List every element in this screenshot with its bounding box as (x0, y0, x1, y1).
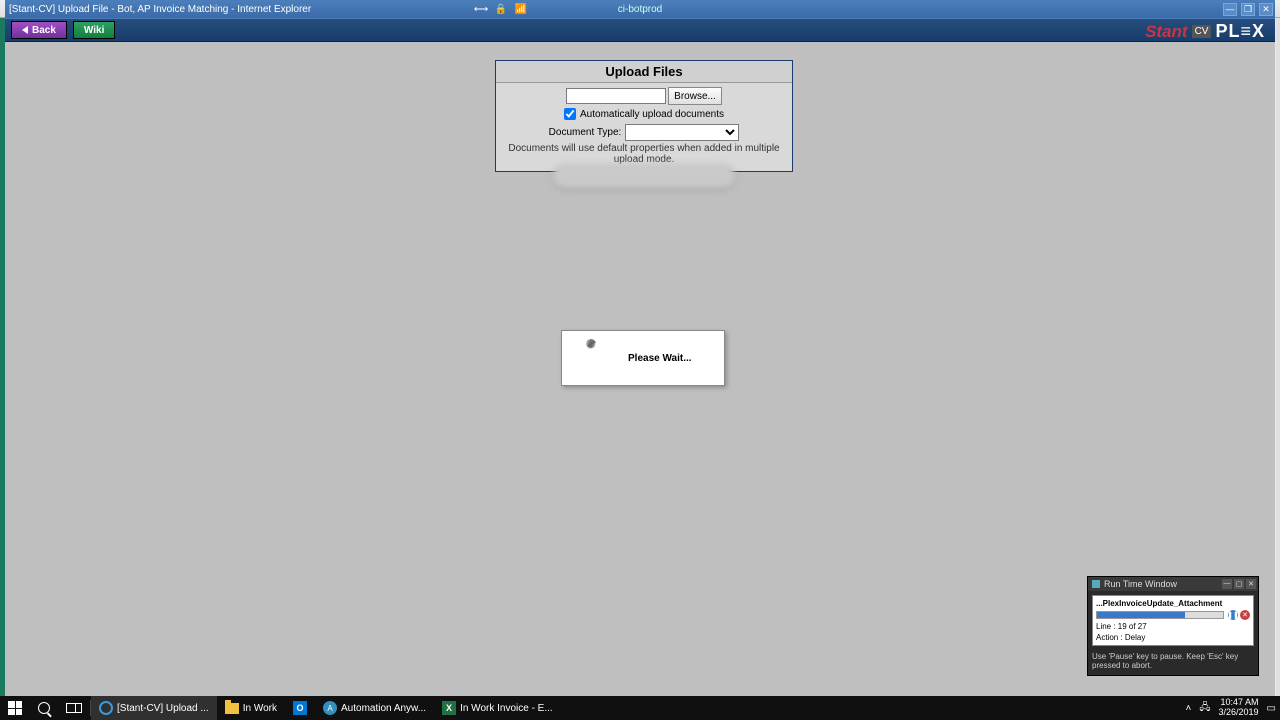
taskbar-excel-label: In Work Invoice - E... (460, 703, 553, 714)
desktop-background-right (1276, 18, 1280, 696)
ie-close-button[interactable]: ✕ (1259, 3, 1273, 16)
document-type-label: Document Type: (549, 127, 622, 138)
back-arrow-icon (22, 26, 28, 34)
app-toolbar: Back Wiki Stant CV PL≡X (5, 18, 1275, 42)
spinner-icon (572, 339, 610, 377)
excel-icon: X (442, 701, 456, 715)
lock-icon[interactable]: 🔒 (495, 3, 507, 15)
file-path-input[interactable] (566, 88, 666, 104)
rtw-app-icon (1092, 580, 1100, 588)
back-button-label: Back (32, 25, 56, 36)
rtw-maximize-button[interactable]: ▢ (1234, 579, 1244, 589)
taskbar-ie-task[interactable]: [Stant-CV] Upload ... (91, 696, 217, 720)
wiki-button-label: Wiki (84, 25, 104, 36)
ie-site-label: ci-botprod (618, 4, 662, 15)
ie-window: [Stant-CV] Upload File - Bot, AP Invoice… (5, 0, 1275, 700)
auto-upload-label: Automatically upload documents (580, 109, 724, 120)
document-type-select[interactable] (625, 124, 739, 141)
search-icon (38, 702, 50, 714)
taskbar-inwork-task[interactable]: In Work (217, 696, 285, 720)
content-area: Upload Files Browse... Automatically upl… (5, 42, 1275, 700)
taskbar-search-button[interactable] (30, 696, 58, 720)
brand-stant: Stant (1145, 22, 1188, 42)
please-wait-text: Please Wait... (628, 353, 692, 364)
ie-icon (99, 701, 113, 715)
run-time-window[interactable]: Run Time Window — ▢ ✕ ...PlexInvoiceUpda… (1087, 576, 1259, 676)
taskbar-inwork-label: In Work (243, 703, 277, 714)
windows-taskbar: [Stant-CV] Upload ... In Work O A Automa… (0, 696, 1280, 720)
ie-titlebar: [Stant-CV] Upload File - Bot, AP Invoice… (5, 0, 1275, 18)
taskbar-excel-task[interactable]: X In Work Invoice - E... (434, 696, 561, 720)
ie-titlebar-icons: ⟷ 🔒 📶 (475, 3, 527, 15)
rtw-title-text: Run Time Window (1104, 579, 1177, 589)
task-view-button[interactable] (58, 696, 90, 720)
rtw-line-info: Line : 19 of 27 (1096, 622, 1250, 631)
windows-icon (8, 701, 22, 715)
rtw-body: ...PlexInvoiceUpdate_Attachment ❚❚ ✕ Lin… (1092, 595, 1254, 646)
rtw-progress-bar (1096, 611, 1224, 619)
home-icon[interactable]: ⟷ (475, 3, 487, 15)
taskbar-clock[interactable]: 10:47 AM 3/26/2019 (1219, 698, 1259, 718)
folder-icon (225, 703, 239, 714)
rtw-stop-button[interactable]: ✕ (1240, 610, 1250, 620)
wiki-button[interactable]: Wiki (73, 21, 115, 39)
back-button[interactable]: Back (11, 21, 67, 39)
taskbar-aa-task[interactable]: A Automation Anyw... (315, 696, 434, 720)
rtw-titlebar[interactable]: Run Time Window — ▢ ✕ (1088, 577, 1258, 591)
upload-panel-title: Upload Files (496, 61, 792, 83)
taskbar-outlook-task[interactable]: O (285, 696, 315, 720)
signal-icon[interactable]: 📶 (515, 3, 527, 15)
tray-notifications-icon[interactable]: ▭ (1267, 703, 1276, 714)
ie-window-title: [Stant-CV] Upload File - Bot, AP Invoice… (9, 4, 311, 15)
blurred-toolbar (553, 164, 735, 188)
rtw-close-button[interactable]: ✕ (1246, 579, 1256, 589)
task-view-icon (66, 703, 82, 713)
ie-maximize-button[interactable]: ❐ (1241, 3, 1255, 16)
brand-cv: CV (1192, 25, 1212, 38)
tray-network-icon[interactable]: 🖧 (1199, 700, 1210, 717)
please-wait-dialog: Please Wait... (561, 330, 725, 386)
automation-anywhere-icon: A (323, 701, 337, 715)
rtw-hint-text: Use 'Pause' key to pause. Keep 'Esc' key… (1088, 650, 1258, 675)
browse-button[interactable]: Browse... (668, 87, 722, 105)
rtw-minimize-button[interactable]: — (1222, 579, 1232, 589)
start-button[interactable] (0, 696, 30, 720)
upload-files-panel: Upload Files Browse... Automatically upl… (495, 60, 793, 172)
rtw-script-name: ...PlexInvoiceUpdate_Attachment (1096, 599, 1250, 608)
outlook-icon: O (293, 701, 307, 715)
taskbar-ie-label: [Stant-CV] Upload ... (117, 703, 209, 714)
tray-chevron-icon[interactable]: ˄ (1186, 703, 1192, 714)
taskbar-aa-label: Automation Anyw... (341, 703, 426, 714)
brand-logo: Stant CV PL≡X (1145, 21, 1265, 42)
auto-upload-checkbox[interactable] (564, 108, 576, 120)
ie-minimize-button[interactable]: — (1223, 3, 1237, 16)
taskbar-date: 3/26/2019 (1219, 708, 1259, 718)
rtw-pause-button[interactable]: ❚❚ (1228, 610, 1238, 620)
rtw-action-info: Action : Delay (1096, 633, 1250, 642)
brand-plex: PL≡X (1215, 21, 1265, 42)
